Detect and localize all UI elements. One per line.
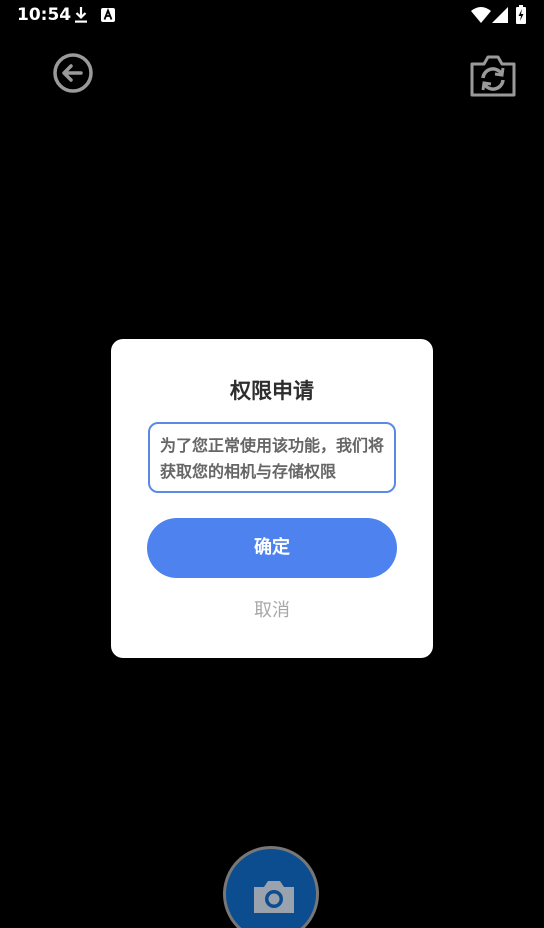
status-bar: 10:54 bbox=[0, 0, 544, 30]
shutter-button[interactable] bbox=[223, 846, 319, 928]
download-icon bbox=[73, 6, 89, 28]
camera-switch-icon bbox=[470, 55, 516, 97]
signal-icon bbox=[492, 7, 508, 27]
battery-charging-icon bbox=[516, 5, 526, 28]
camera-icon bbox=[254, 881, 294, 913]
a-notification-icon bbox=[101, 7, 115, 26]
dialog-title: 权限申请 bbox=[230, 379, 314, 403]
confirm-button[interactable]: 确定 bbox=[147, 518, 397, 578]
status-time: 10:54 bbox=[17, 5, 72, 25]
back-arrow-icon bbox=[53, 53, 93, 93]
cancel-button[interactable]: 取消 bbox=[147, 596, 397, 626]
back-button[interactable] bbox=[52, 52, 94, 94]
wifi-icon bbox=[471, 6, 491, 27]
dialog-message: 为了您正常使用该功能，我们将获取您的相机与存储权限 bbox=[148, 422, 396, 493]
camera-switch-button[interactable] bbox=[469, 54, 517, 98]
permission-dialog: 权限申请 为了您正常使用该功能，我们将获取您的相机与存储权限 确定 取消 bbox=[111, 339, 433, 658]
